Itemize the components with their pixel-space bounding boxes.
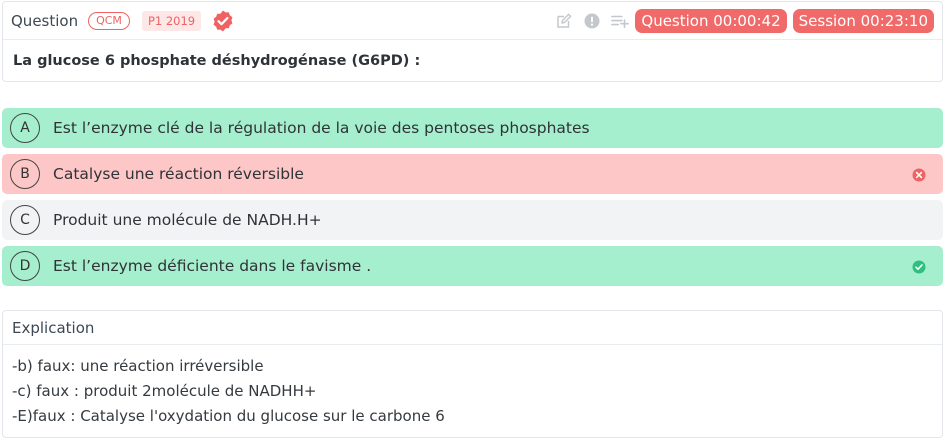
explanation-line: -b) faux: une réaction irréversible [12,357,264,375]
option-letter: B [10,159,40,189]
option-text: Catalyse une réaction réversible [53,165,304,183]
option-letter: D [10,251,40,281]
option-text: Est l’enzyme clé de la régulation de la … [53,119,590,137]
option-a[interactable]: A Est l’enzyme clé de la régulation de l… [2,108,943,148]
question-type-badge: QCM [88,11,130,30]
question-title: Question [11,11,79,30]
question-card: Question QCM P1 2019 Question 00:00:42 S… [2,1,943,82]
session-timer: Session 00:23:10 [792,8,934,33]
question-year-badge: P1 2019 [141,10,202,31]
option-b[interactable]: B Catalyse une réaction réversible [2,154,943,194]
option-letter: C [10,205,40,235]
explanation-card: Explication -b) faux: une réaction irrév… [2,310,943,438]
option-text: Est l’enzyme déficiente dans le favisme … [53,257,372,275]
explanation-title: Explication [3,311,942,345]
explanation-line: -c) faux : produit 2molécule de NADHH+ [12,382,317,400]
alert-icon[interactable] [583,12,601,30]
add-to-list-icon[interactable] [611,12,630,30]
question-timer: Question 00:00:42 [635,8,787,33]
edit-icon[interactable] [555,12,573,30]
verified-badge-icon [211,9,235,33]
option-letter: A [10,113,40,143]
option-text: Produit une molécule de NADH.H+ [53,211,322,229]
question-text: La glucose 6 phosphate déshydrogénase (G… [13,52,421,69]
option-d[interactable]: D Est l’enzyme déficiente dans le favism… [2,246,943,286]
explanation-line: -E)faux : Catalyse l'oxydation du glucos… [12,407,445,425]
option-c[interactable]: C Produit une molécule de NADH.H+ [2,200,943,240]
explanation-body: -b) faux: une réaction irréversible -c) … [3,345,942,429]
x-circle-icon [912,167,926,182]
check-circle-icon [912,259,926,274]
question-header: Question QCM P1 2019 Question 00:00:42 S… [3,2,942,40]
